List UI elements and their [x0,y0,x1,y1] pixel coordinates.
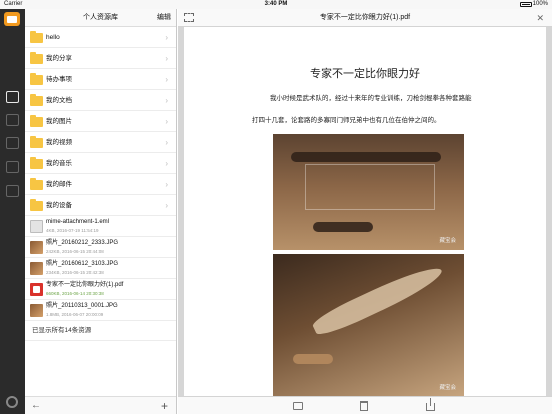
app-logo-icon[interactable] [4,12,20,26]
jade-hook-closeup-photo: 藏宝会 [273,254,464,397]
folder-row-mail[interactable]: 我的邮件 › [25,174,176,195]
panel-footer: ← + [25,396,176,414]
document-heading: 专家不一定比你眼力好 [310,68,420,80]
hook-shape [309,260,447,340]
file-meta: 242KB, 2016-06-15 20:44:08 [46,249,104,254]
edit-button[interactable]: 编辑 [157,9,171,27]
file-meta: 1.8MB, 2016-06-07 20:00:09 [46,312,104,317]
file-row[interactable]: 照片_20160612_3103.JPG 234KB, 2016-06-15 20… [25,258,176,279]
folder-label: 我的分享 [46,55,72,62]
image-thumbnail-icon [30,262,43,275]
chevron-right-icon: › [165,159,168,168]
folder-icon [30,31,43,43]
contacts-icon[interactable] [6,161,19,173]
file-meta: 234KB, 2016-06-15 20:42:38 [46,270,104,275]
folder-row-share[interactable]: 我的分享 › [25,48,176,69]
document-viewer: 专家不一定比你眼力好(1).pdf ✕ 专家不一定比你眼力好 我小时候是武术队的… [178,9,552,414]
status-bar: Carrier 3:40 PM 100% [0,0,552,9]
viewer-title: 专家不一定比你眼力好(1).pdf [319,14,411,21]
mail-icon[interactable] [6,137,19,149]
email-file-icon [30,220,43,233]
folder-icon[interactable] [293,402,303,410]
file-name: 照片_20110313_0001.JPG [46,303,118,309]
close-icon[interactable]: ✕ [536,9,544,27]
plus-icon[interactable]: + [161,397,168,414]
file-row[interactable]: 照片_20160212_2333.JPG 242KB, 2016-06-15 20… [25,237,176,258]
file-meta: 660KB, 2016-06-14 20:30:38 [46,291,104,296]
chevron-right-icon: › [165,180,168,189]
folder-label: 我的邮件 [46,181,72,188]
panel-title: 个人资源库 [83,14,118,21]
photo-watermark: 藏宝会 [439,238,456,244]
photo-watermark: 藏宝会 [439,385,456,391]
apps-icon[interactable] [6,185,19,197]
file-name: 专家不一定比你眼力好(1).pdf [46,282,124,288]
app-rail [0,9,25,414]
folder-row-videos[interactable]: 我的视频 › [25,132,176,153]
folder-label: 我的音乐 [46,160,72,167]
file-row[interactable]: mime-attachment-1.eml 4KB, 2016-07-19 11:… [25,216,176,237]
folder-label: 我的文档 [46,97,72,104]
folder-row-todo[interactable]: 待办事项 › [25,69,176,90]
chevron-right-icon: › [165,117,168,126]
chevron-right-icon: › [165,138,168,147]
folder-row-documents[interactable]: 我的文档 › [25,90,176,111]
resource-panel: 个人资源库 编辑 hello › 我的分享 › 待办事项 › 我的文档 › 我的图片 › … [25,9,177,414]
file-name: mime-attachment-1.eml [46,219,110,225]
pdf-file-icon [30,283,43,296]
chevron-right-icon: › [165,96,168,105]
chevron-right-icon: › [165,75,168,84]
file-name: 照片_20160612_3103.JPG [46,261,119,267]
file-row-selected[interactable]: 专家不一定比你眼力好(1).pdf 660KB, 2016-06-14 20:30… [25,279,176,300]
folder-icon [30,199,43,211]
chevron-right-icon: › [165,201,168,210]
folder-icon [30,52,43,64]
folder-icon [30,94,43,106]
folder-label: hello [46,34,60,41]
viewer-toolbar [178,396,552,414]
folder-row-pictures[interactable]: 我的图片 › [25,111,176,132]
image-thumbnail-icon [30,241,43,254]
panel-header: 个人资源库 编辑 [25,9,176,27]
folder-label: 我的图片 [46,118,72,125]
battery-percent: 100% [532,1,548,7]
hook-shape [313,222,373,232]
share-icon[interactable] [426,398,435,411]
trash-icon[interactable] [360,401,368,411]
battery-icon [520,2,532,7]
folder-icon [30,157,43,169]
folder-label: 我的视频 [46,139,72,146]
resource-count-summary: 已显示所有14条资源 [25,321,176,341]
cloud-icon[interactable] [6,114,19,126]
file-row[interactable]: 照片_20110313_0001.JPG 1.8MB, 2016-06-07 20… [25,300,176,321]
folder-row-music[interactable]: 我的音乐 › [25,153,176,174]
clock: 3:40 PM [264,1,288,7]
folder-row-devices[interactable]: 我的设备 › [25,195,176,216]
library-icon[interactable] [6,91,19,103]
chevron-right-icon: › [165,33,168,42]
arrow-left-icon[interactable]: ← [31,397,41,414]
folder-icon [30,115,43,127]
folder-label: 待办事项 [46,76,72,83]
folder-icon [30,136,43,148]
pdf-page[interactable]: 专家不一定比你眼力好 我小时候是武术队的，经过十来年的专业训练，刀枪剑棍拳各种套… [184,27,546,397]
folder-icon [30,73,43,85]
hook-shape [291,152,441,162]
viewer-header: 专家不一定比你眼力好(1).pdf ✕ [178,9,552,27]
folder-label: 我的设备 [46,202,72,209]
display-stand [305,164,435,210]
folder-icon [30,178,43,190]
file-meta: 4KB, 2016-07-19 11:54:19 [46,228,99,233]
document-paragraph: 打四十几套，论套路的多寡同门师兄弟中也有几位在伯仲之间的。 [252,117,441,124]
image-thumbnail-icon [30,304,43,317]
hook-shape [293,354,333,364]
settings-gear-icon[interactable] [6,396,18,408]
jade-hook-photo: 藏宝会 [273,134,464,250]
file-name: 照片_20160212_2333.JPG [46,240,119,246]
chevron-right-icon: › [165,54,168,63]
folder-row-hello[interactable]: hello › [25,27,176,48]
document-paragraph: 我小时候是武术队的，经过十来年的专业训练，刀枪剑棍拳各种套路能 [270,95,472,102]
